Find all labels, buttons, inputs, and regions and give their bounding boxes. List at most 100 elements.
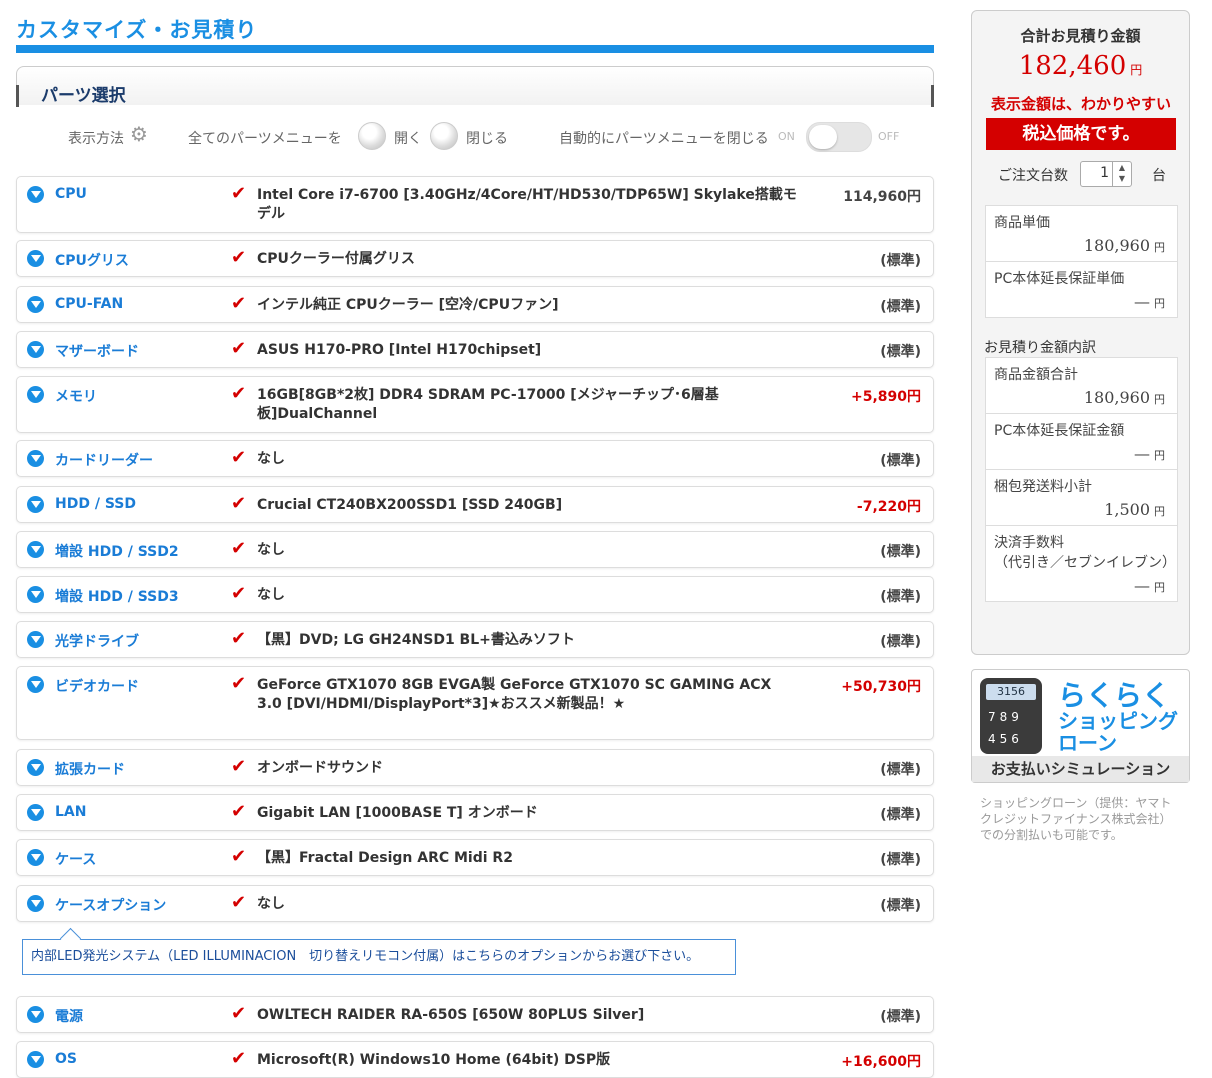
fee-label: 決済手数料 bbox=[994, 535, 1064, 551]
part-name[interactable]: CPU bbox=[55, 186, 87, 202]
yen-unit: 円 bbox=[1154, 449, 1165, 462]
part-row[interactable]: CPUグリス ✔ CPUクーラー付属グリス (標準) bbox=[16, 240, 934, 277]
part-row[interactable]: ビデオカード ✔ GeForce GTX1070 8GB EVGA製 GeForce… bbox=[16, 666, 934, 740]
expand-arrow-icon[interactable] bbox=[27, 1051, 44, 1068]
part-selection: なし bbox=[257, 542, 285, 558]
expand-arrow-icon[interactable] bbox=[27, 541, 44, 558]
part-row[interactable]: 電源 ✔ OWLTECH RAIDER RA-650S [650W 80PLUS S… bbox=[16, 996, 934, 1033]
part-name[interactable]: カードリーダー bbox=[55, 450, 153, 470]
part-name[interactable]: 光学ドライブ bbox=[55, 631, 139, 651]
expand-arrow-icon[interactable] bbox=[27, 895, 44, 912]
close-all-radio[interactable] bbox=[430, 122, 458, 150]
yen-unit: 円 bbox=[1154, 241, 1165, 254]
part-row[interactable]: 光学ドライブ ✔ 【黒】DVD; LG GH24NSD1 BL+書込みソフト (標準) bbox=[16, 621, 934, 658]
part-name[interactable]: HDD / SSD bbox=[55, 496, 136, 512]
part-row[interactable]: ケースオプション ✔ なし (標準) bbox=[16, 885, 934, 922]
part-name[interactable]: ケースオプション bbox=[55, 895, 166, 915]
part-name[interactable]: 電源 bbox=[55, 1006, 83, 1026]
calculator-screen: 3156 bbox=[986, 684, 1036, 700]
part-name[interactable]: ケース bbox=[55, 849, 96, 869]
part-name[interactable]: OS bbox=[55, 1051, 77, 1067]
expand-arrow-icon[interactable] bbox=[27, 759, 44, 776]
part-name[interactable]: マザーボード bbox=[55, 341, 139, 361]
expand-arrow-icon[interactable] bbox=[27, 296, 44, 313]
expand-arrow-icon[interactable] bbox=[27, 496, 44, 513]
part-row[interactable]: 拡張カード ✔ オンボードサウンド (標準) bbox=[16, 749, 934, 786]
expand-arrow-icon[interactable] bbox=[27, 631, 44, 648]
expand-arrow-icon[interactable] bbox=[27, 586, 44, 603]
display-options: 表示方法 ⚙ 全てのパーツメニューを 開く 閉じる 自動的にパーツメニューを閉じ… bbox=[16, 122, 934, 152]
part-row[interactable]: CPU-FAN ✔ インテル純正 CPUクーラー [空冷/CPUファン] (標準) bbox=[16, 286, 934, 323]
payment-simulation-button[interactable]: お支払いシミュレーション bbox=[972, 756, 1189, 782]
goods-total-cell: 商品金額合計 180,960 円 bbox=[986, 358, 1177, 414]
open-all-radio[interactable] bbox=[358, 122, 386, 150]
part-name[interactable]: LAN bbox=[55, 804, 86, 820]
header-edge-right bbox=[931, 85, 934, 107]
expand-arrow-icon[interactable] bbox=[27, 186, 44, 203]
calculator-icon: 3156 789 456 123 bbox=[980, 678, 1042, 768]
total-label: 合計お見積り金額 bbox=[1020, 27, 1141, 45]
part-price: (標準) bbox=[880, 762, 921, 778]
yen-unit: 円 bbox=[1130, 63, 1143, 77]
shipping-cell: 梱包発送料小計 1,500 円 bbox=[986, 470, 1177, 526]
open-label: 開く bbox=[394, 131, 422, 147]
part-price: (標準) bbox=[880, 1009, 921, 1025]
toggle-knob[interactable] bbox=[809, 125, 837, 149]
quantity-value[interactable]: 1 bbox=[1100, 165, 1109, 181]
part-row[interactable]: 増設 HDD / SSD3 ✔ なし (標準) bbox=[16, 576, 934, 613]
checkmark-icon: ✔ bbox=[231, 493, 247, 514]
part-selection: なし bbox=[257, 587, 285, 603]
expand-arrow-icon[interactable] bbox=[27, 676, 44, 693]
part-price: (標準) bbox=[880, 253, 921, 269]
part-row[interactable]: OS ✔ Microsoft(R) Windows10 Home (64bit) D… bbox=[16, 1041, 934, 1078]
part-row[interactable]: ケース ✔ 【黒】Fractal Design ARC Midi R2 (標準) bbox=[16, 839, 934, 876]
expand-arrow-icon[interactable] bbox=[27, 1006, 44, 1023]
part-selection: オンボードサウンド bbox=[257, 760, 383, 776]
part-row[interactable]: HDD / SSD ✔ Crucial CT240BX200SSD1 [SSD 24… bbox=[16, 486, 934, 523]
shopping-loan-banner[interactable]: 3156 789 456 123 らくらく ショッピングローン お支払いシミュレ… bbox=[971, 669, 1190, 783]
expand-arrow-icon[interactable] bbox=[27, 849, 44, 866]
part-name[interactable]: 増設 HDD / SSD3 bbox=[55, 586, 179, 606]
quantity-stepper[interactable]: 1 ▲ ▼ bbox=[1080, 161, 1132, 187]
part-name[interactable]: 拡張カード bbox=[55, 759, 125, 779]
expand-arrow-icon[interactable] bbox=[27, 450, 44, 467]
checkmark-icon: ✔ bbox=[231, 1003, 247, 1024]
part-name[interactable]: ビデオカード bbox=[55, 676, 139, 696]
warranty-total-amount: — bbox=[1134, 444, 1150, 463]
case-option-note: 内部LED発光システム（LED ILLUMINACION 切り替えリモコン付属）… bbox=[22, 939, 736, 975]
part-row[interactable]: LAN ✔ Gigabit LAN [1000BASE T] オンボード (標準) bbox=[16, 794, 934, 831]
warranty-unit-value: — 円 bbox=[994, 292, 1169, 311]
expand-arrow-icon[interactable] bbox=[27, 250, 44, 267]
expand-arrow-icon[interactable] bbox=[27, 804, 44, 821]
part-name[interactable]: メモリ bbox=[55, 386, 97, 406]
yen-unit: 円 bbox=[1154, 393, 1165, 406]
shipping-value: 1,500 円 bbox=[994, 500, 1169, 519]
yen-unit: 円 bbox=[1154, 505, 1165, 518]
part-row[interactable]: CPU ✔ Intel Core i7-6700 [3.40GHz/4Core/HT… bbox=[16, 176, 934, 233]
part-name[interactable]: CPU-FAN bbox=[55, 296, 123, 312]
gear-icon[interactable]: ⚙ bbox=[130, 122, 148, 146]
all-menu-label: 全てのパーツメニューを bbox=[188, 131, 342, 147]
spin-arrows-icon[interactable]: ▲ ▼ bbox=[1112, 162, 1131, 186]
warranty-unit-cell: PC本体延長保証単価 — 円 bbox=[986, 262, 1177, 317]
part-name[interactable]: 増設 HDD / SSD2 bbox=[55, 541, 179, 561]
yen-unit: 円 bbox=[1154, 581, 1165, 594]
part-price: (標準) bbox=[880, 852, 921, 868]
part-row[interactable]: カードリーダー ✔ なし (標準) bbox=[16, 440, 934, 477]
part-price: -7,220円 bbox=[856, 499, 921, 515]
part-price: +16,600円 bbox=[841, 1054, 921, 1070]
warranty-total-value: — 円 bbox=[994, 444, 1169, 463]
part-row[interactable]: 増設 HDD / SSD2 ✔ なし (標準) bbox=[16, 531, 934, 568]
fee-amount: — bbox=[1134, 576, 1150, 595]
header-edge-left bbox=[16, 85, 19, 107]
checkmark-icon: ✔ bbox=[231, 538, 247, 559]
loan-title: らくらく bbox=[1058, 679, 1171, 712]
auto-close-toggle[interactable] bbox=[806, 122, 872, 152]
goods-total-value: 180,960 円 bbox=[994, 388, 1169, 407]
part-row[interactable]: メモリ ✔ 16GB[8GB*2枚] DDR4 SDRAM PC-17000 [メジ… bbox=[16, 376, 934, 433]
expand-arrow-icon[interactable] bbox=[27, 341, 44, 358]
expand-arrow-icon[interactable] bbox=[27, 386, 44, 403]
shipping-amount: 1,500 bbox=[1104, 500, 1150, 519]
part-name[interactable]: CPUグリス bbox=[55, 250, 129, 270]
part-row[interactable]: マザーボード ✔ ASUS H170-PRO [Intel H170chipset]… bbox=[16, 331, 934, 368]
